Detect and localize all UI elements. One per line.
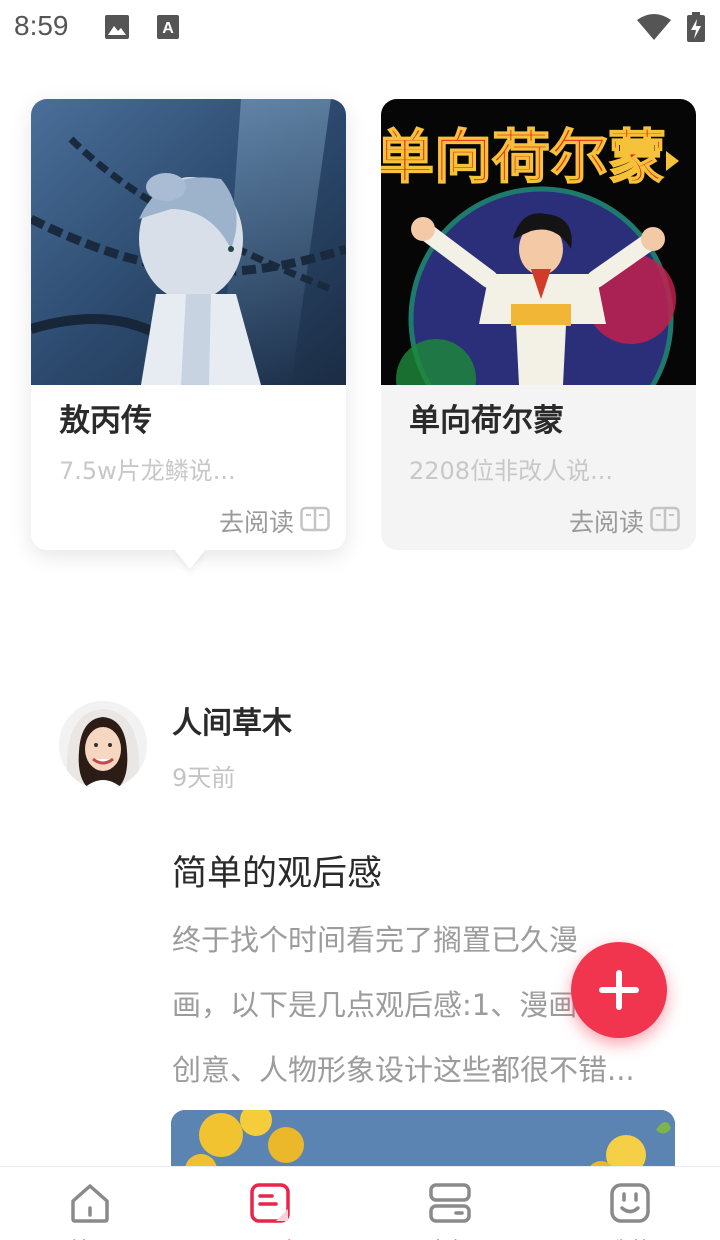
read-link[interactable]: 去阅读: [219, 503, 330, 539]
home-icon: [68, 1181, 112, 1225]
nav-label: 我的: [540, 1233, 720, 1240]
read-label: 去阅读: [568, 508, 644, 537]
nav-label: 日刊: [180, 1233, 360, 1240]
comic-title: 敖丙传: [59, 403, 152, 439]
avatar[interactable]: [59, 701, 147, 789]
comic-card-1[interactable]: 敖丙传 7.5w片龙鳞说... 去阅读: [31, 99, 346, 550]
read-label: 去阅读: [218, 508, 294, 537]
journal-icon: [248, 1181, 292, 1225]
comic-cover-image: 单向荷尔蒙: [381, 99, 696, 385]
battery-charging-icon: [686, 12, 706, 46]
nav-label: 首页: [0, 1233, 180, 1240]
nav-item-profile[interactable]: 我的: [540, 1167, 720, 1240]
bottom-nav: 首页 日刊 书架 我的: [0, 1166, 720, 1240]
nav-label: 书架: [360, 1233, 540, 1240]
bookshelf-icon: [428, 1181, 472, 1225]
post-time: 9天前: [172, 764, 236, 792]
face-icon: [608, 1181, 652, 1225]
status-time: 8:59: [14, 10, 69, 41]
add-post-button[interactable]: [571, 942, 667, 1038]
read-link[interactable]: 去阅读: [569, 503, 680, 539]
comic-card-2[interactable]: 单向荷尔蒙 单向荷尔蒙 2208位非改人说... 去阅读: [381, 99, 696, 550]
open-book-icon: [300, 506, 330, 536]
text-a-icon: A: [156, 14, 180, 44]
nav-item-home[interactable]: 首页: [0, 1167, 180, 1240]
cover-title-text: 单向荷尔蒙: [381, 123, 666, 191]
selected-card-pointer: [174, 549, 206, 569]
status-bar: 8:59 A: [0, 0, 720, 56]
image-icon: [104, 14, 130, 44]
open-book-icon: [650, 506, 680, 536]
post-author[interactable]: 人间草木: [172, 698, 292, 742]
post-body-line: 创意、人物形象设计这些都很不错...: [172, 1053, 635, 1087]
post-title[interactable]: 简单的观后感: [172, 845, 382, 896]
svg-text:A: A: [162, 20, 174, 37]
comic-title: 单向荷尔蒙: [409, 403, 564, 439]
nav-item-journal[interactable]: 日刊: [180, 1167, 360, 1240]
nav-item-bookshelf[interactable]: 书架: [360, 1167, 540, 1240]
wifi-icon: [636, 12, 672, 46]
comic-subtitle: 7.5w片龙鳞说...: [59, 457, 236, 485]
comic-subtitle: 2208位非改人说...: [409, 457, 613, 485]
comic-cover-image: [31, 99, 346, 385]
